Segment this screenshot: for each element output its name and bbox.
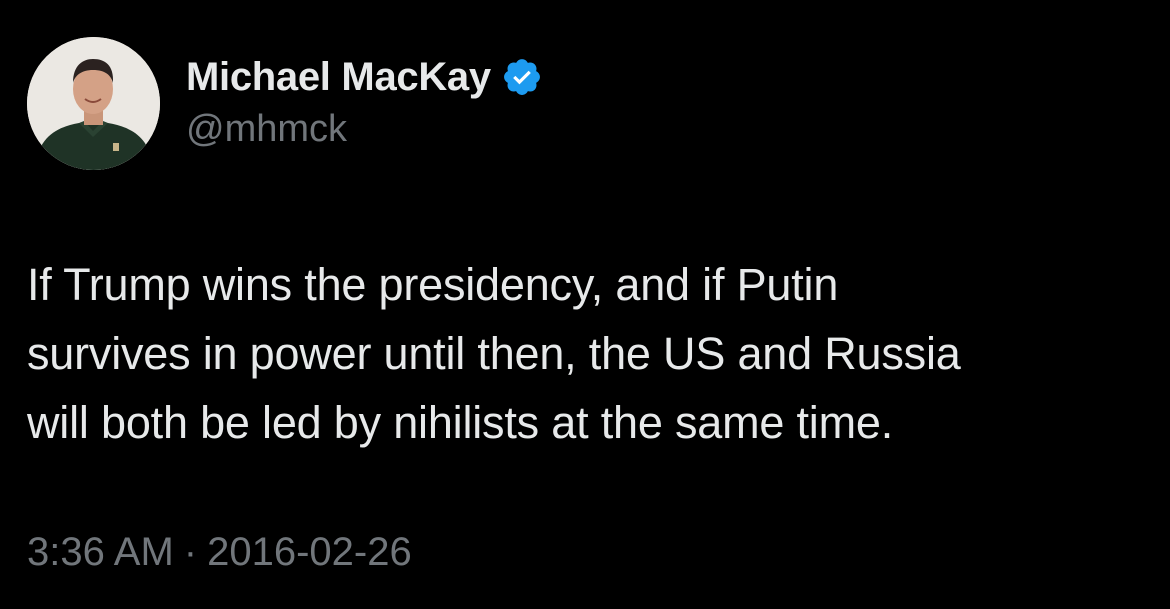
tweet-text-line: If Trump wins the presidency, and if Put…: [27, 259, 839, 310]
tweet-text-line: survives in power until then, the US and…: [27, 328, 961, 379]
avatar-image: [27, 37, 160, 170]
tweet-card: Michael MacKay @mhmck If Trump wins the …: [0, 0, 1170, 609]
tweet-text: If Trump wins the presidency, and if Put…: [27, 250, 1147, 457]
tweet-time: 3:36 AM: [27, 530, 174, 574]
verified-badge-icon: [501, 56, 543, 98]
tweet-date: 2016-02-26: [207, 530, 412, 574]
tweet-text-line: will both be led by nihilists at the sam…: [27, 397, 894, 448]
meta-separator: ·: [183, 530, 198, 574]
name-row: Michael MacKay: [186, 52, 543, 102]
display-name[interactable]: Michael MacKay: [186, 55, 491, 100]
avatar[interactable]: [27, 37, 160, 170]
user-handle[interactable]: @mhmck: [186, 108, 543, 151]
author-info: Michael MacKay @mhmck: [186, 52, 543, 151]
tweet-timestamp[interactable]: 3:36 AM · 2016-02-26: [27, 530, 412, 575]
